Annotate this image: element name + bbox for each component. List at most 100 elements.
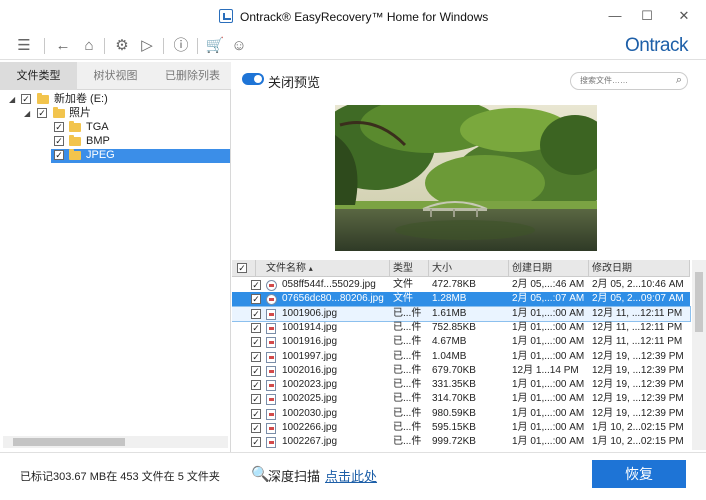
tree-checkbox[interactable]: ✓: [54, 136, 64, 146]
magnifier-icon: 🔍: [251, 466, 270, 483]
select-all-header[interactable]: ✓: [232, 260, 256, 277]
cell-size: 1.28MB: [432, 293, 467, 305]
row-checkbox[interactable]: ✓: [251, 322, 261, 333]
row-checkbox[interactable]: ✓: [251, 294, 261, 305]
scrollbar-thumb[interactable]: [13, 438, 125, 446]
vertical-scrollbar[interactable]: [692, 260, 706, 450]
scrollbar-thumb[interactable]: [695, 272, 703, 332]
search-box[interactable]: ⌕: [570, 72, 688, 90]
row-checkbox[interactable]: ✓: [251, 365, 261, 376]
cell-created: 1月 01,...:00 AM: [512, 436, 585, 448]
cell-size: 331.35KB: [432, 379, 476, 391]
tree-item-bmp[interactable]: ✓ BMP: [0, 134, 230, 149]
row-checkbox[interactable]: ✓: [251, 408, 261, 419]
row-checkbox[interactable]: ✓: [251, 351, 261, 362]
row-checkbox[interactable]: ✓: [251, 380, 261, 391]
cell-modified: 2月 05, 2...09:07 AM: [592, 293, 684, 305]
cell-type: 已...件: [393, 336, 422, 348]
deep-scan-link[interactable]: 点击此处: [325, 466, 377, 485]
table-row[interactable]: ✓ 1001997.jpg 已...件 1.04MB 1月 01,...:00 AM 12…: [232, 350, 690, 364]
cell-name: 1002267.jpg: [282, 436, 338, 448]
minimize-button[interactable]: —: [604, 6, 626, 26]
user-icon[interactable]: ☺: [229, 36, 249, 56]
cell-size: 1.04MB: [432, 350, 467, 362]
home-icon[interactable]: ⌂: [79, 36, 99, 56]
table-row[interactable]: ✓ 1002266.jpg 已...件 595.15KB 1月 01,...:00 AM…: [232, 421, 690, 435]
collapse-arrow-icon[interactable]: ◢: [9, 92, 15, 107]
search-icon[interactable]: ⌕: [676, 74, 682, 87]
table-row[interactable]: ✓ 058ff544f...55029.jpg 文件 472.78KB 2月 05,..…: [232, 278, 690, 292]
row-checkbox[interactable]: ✓: [251, 280, 261, 290]
table-row[interactable]: ✓ 1002016.jpg 已...件 679.70KB 12月 1...14 PM 12…: [232, 364, 690, 378]
cell-name: 1002030.jpg: [282, 407, 338, 419]
cell-created: 2月 05,...:07 AM: [512, 293, 585, 305]
tree-checkbox[interactable]: ✓: [54, 150, 64, 160]
settings-icon[interactable]: ⚙: [112, 36, 132, 56]
horizontal-scrollbar[interactable]: [3, 436, 228, 448]
close-button[interactable]: ✕: [673, 6, 695, 26]
column-header-modified[interactable]: 修改日期: [589, 260, 690, 277]
table-row[interactable]: ✓ 1001914.jpg 已...件 752.85KB 1月 01,...:00 AM…: [232, 321, 690, 335]
back-icon[interactable]: ←: [53, 36, 73, 56]
tree-item-jpeg[interactable]: ✓ JPEG: [0, 148, 230, 163]
info-icon[interactable]: ⓘ: [171, 36, 191, 56]
table-row[interactable]: ✓ 1001906.jpg 已...件 1.61MB 1月 01,...:00 AM 12…: [232, 305, 691, 322]
tree-checkbox[interactable]: ✓: [54, 122, 64, 132]
table-row[interactable]: ✓ 1002023.jpg 已...件 331.35KB 1月 01,...:00 AM…: [232, 378, 690, 392]
right-panel: 关闭预览 ⌕: [232, 62, 706, 452]
maximize-button[interactable]: ☐: [636, 6, 658, 26]
cell-size: 472.78KB: [432, 279, 476, 290]
column-header-created[interactable]: 创建日期: [509, 260, 589, 277]
cell-size: 752.85KB: [432, 321, 476, 333]
sort-asc-icon: ▴: [308, 264, 313, 273]
table-row[interactable]: ✓ 07656dc80...80206.jpg 文件 1.28MB 2月 05,...:…: [232, 292, 690, 307]
image-file-icon: [266, 322, 276, 334]
tree-item-label: JPEG: [86, 149, 115, 161]
row-checkbox[interactable]: ✓: [251, 423, 261, 433]
folder-icon: [69, 121, 81, 132]
preview-toggle[interactable]: [242, 73, 264, 85]
play-icon[interactable]: ▷: [137, 36, 157, 56]
cell-name: 1001997.jpg: [282, 350, 338, 362]
tree-item-tga[interactable]: ✓ TGA: [0, 120, 230, 135]
tab-deleted-list[interactable]: 已删除列表: [154, 62, 231, 90]
table-row[interactable]: ✓ 1002030.jpg 已...件 980.59KB 1月 01,...:00 AM…: [232, 407, 690, 421]
table-row[interactable]: ✓ 1002267.jpg 已...件 999.72KB 1月 01,...:00 AM…: [232, 435, 690, 449]
table-row[interactable]: ✓ 1002025.jpg 已...件 314.70KB 1月 01,...:00 AM…: [232, 392, 690, 406]
column-header-type[interactable]: 类型: [390, 260, 429, 277]
row-checkbox[interactable]: ✓: [251, 394, 261, 405]
recover-button[interactable]: 恢复: [592, 460, 686, 488]
cart-icon[interactable]: 🛒: [205, 36, 225, 56]
column-header-size[interactable]: 大小: [429, 260, 509, 277]
tree-checkbox[interactable]: ✓: [21, 94, 31, 104]
search-input[interactable]: [580, 76, 670, 85]
cell-created: 12月 1...14 PM: [512, 364, 579, 376]
tree-item-volume-e[interactable]: ◢ ✓ 新加卷 (E:): [0, 92, 230, 107]
row-checkbox[interactable]: ✓: [251, 337, 261, 348]
cell-type: 已...件: [393, 379, 422, 391]
cell-created: 1月 01,...:00 AM: [512, 407, 585, 419]
tree-item-label: TGA: [86, 121, 109, 133]
cell-type: 已...件: [393, 436, 422, 448]
select-all-checkbox[interactable]: ✓: [237, 263, 247, 273]
window-title: Ontrack® EasyRecovery™ Home for Windows: [240, 10, 489, 24]
tab-tree-view[interactable]: 树状视图: [77, 62, 154, 90]
image-file-icon: [266, 394, 276, 406]
tab-file-type[interactable]: 文件类型: [0, 62, 77, 90]
menu-icon[interactable]: ☰: [14, 36, 34, 56]
preview-image: [335, 105, 597, 251]
web-image-icon: [266, 280, 277, 291]
table-row[interactable]: ✓ 1001916.jpg 已...件 4.67MB 1月 01,...:00 AM 12…: [232, 335, 690, 349]
cell-modified: 12月 11, ...12:11 PM: [592, 336, 683, 348]
cell-type: 已...件: [393, 407, 422, 419]
cell-created: 2月 05,...:46 AM: [512, 279, 585, 290]
collapse-arrow-icon[interactable]: ◢: [24, 106, 30, 121]
row-checkbox[interactable]: ✓: [251, 308, 261, 319]
cell-name: 1001916.jpg: [282, 336, 338, 348]
tree-item-photos[interactable]: ◢ ✓ 照片: [0, 106, 230, 121]
row-checkbox[interactable]: ✓: [251, 437, 261, 448]
cell-modified: 2月 05, 2...10:46 AM: [592, 279, 684, 290]
cell-name: 1002266.jpg: [282, 422, 338, 433]
column-header-name[interactable]: 文件名称 ▴: [256, 260, 390, 277]
tree-checkbox[interactable]: ✓: [37, 108, 47, 118]
